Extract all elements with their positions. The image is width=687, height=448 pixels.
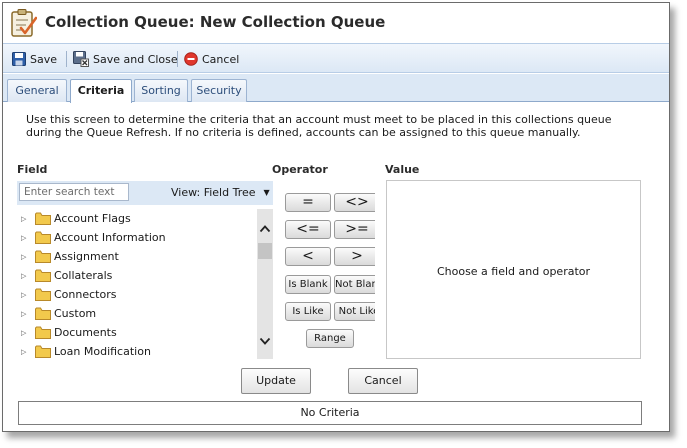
operator-is-blank-button[interactable]: Is Blank bbox=[285, 275, 331, 294]
operator-not-equal-button[interactable]: <> bbox=[334, 193, 380, 212]
value-panel[interactable]: Choose a field and operator bbox=[386, 180, 641, 359]
tab-strip: General Criteria Sorting Security bbox=[3, 74, 669, 103]
tree-item-label: Custom bbox=[54, 307, 97, 320]
expand-arrow-icon[interactable]: ▷ bbox=[21, 348, 31, 356]
field-tree-scrollbar[interactable] bbox=[257, 209, 273, 359]
title-bar: Collection Queue: New Collection Queue bbox=[3, 3, 669, 42]
folder-icon bbox=[35, 288, 51, 301]
tree-item-documents[interactable]: ▷ Documents bbox=[17, 323, 253, 342]
expand-arrow-icon[interactable]: ▷ bbox=[21, 291, 31, 299]
tree-item-label: Account Information bbox=[54, 231, 166, 244]
expand-arrow-icon[interactable]: ▷ bbox=[21, 310, 31, 318]
folder-icon bbox=[35, 250, 51, 263]
criteria-description: Use this screen to determine the criteri… bbox=[26, 113, 612, 139]
folder-icon bbox=[35, 307, 51, 320]
view-selector[interactable]: View: Field Tree ▼ bbox=[171, 186, 270, 199]
operator-panel-edge bbox=[375, 187, 385, 327]
toolbar: Save Save and Close Cancel bbox=[3, 43, 669, 73]
toolbar-separator bbox=[177, 51, 178, 67]
save-and-close-button[interactable]: Save and Close bbox=[73, 50, 178, 68]
tree-item-label: Connectors bbox=[54, 288, 117, 301]
tree-item-label: Collaterals bbox=[54, 269, 113, 282]
update-button[interactable]: Update bbox=[241, 368, 311, 394]
folder-icon bbox=[35, 345, 51, 358]
folder-icon bbox=[35, 269, 51, 282]
field-tree: ▷ Account Flags ▷ Account Information ▷ … bbox=[17, 209, 257, 359]
folder-icon bbox=[35, 326, 51, 339]
cancel-circle-icon bbox=[184, 52, 198, 66]
value-heading: Value bbox=[385, 163, 420, 176]
tab-security[interactable]: Security bbox=[191, 79, 247, 102]
operator-greater-equal-button[interactable]: >= bbox=[334, 220, 380, 239]
clipboard-checklist-icon bbox=[11, 9, 37, 37]
save-and-close-label: Save and Close bbox=[93, 52, 178, 66]
field-panel: View: Field Tree ▼ ▷ Account Flags ▷ Acc… bbox=[17, 181, 273, 359]
tree-item-label: Assignment bbox=[54, 250, 119, 263]
scroll-up-icon[interactable] bbox=[259, 223, 271, 235]
operator-less-than-button[interactable]: < bbox=[285, 247, 331, 266]
scrollbar-thumb[interactable] bbox=[258, 243, 272, 259]
save-label: Save bbox=[30, 52, 58, 66]
tab-criteria[interactable]: Criteria bbox=[70, 79, 132, 103]
tree-item-loan-modification[interactable]: ▷ Loan Modification bbox=[17, 342, 253, 361]
field-search-input[interactable] bbox=[19, 183, 129, 201]
tree-item-label: Documents bbox=[54, 326, 117, 339]
expand-arrow-icon[interactable]: ▷ bbox=[21, 215, 31, 223]
tab-sorting[interactable]: Sorting bbox=[134, 79, 188, 102]
floppy-disk-icon bbox=[12, 52, 26, 66]
tree-item-account-information[interactable]: ▷ Account Information bbox=[17, 228, 253, 247]
operator-range-button[interactable]: Range bbox=[306, 329, 354, 348]
dropdown-arrow-icon: ▼ bbox=[263, 188, 270, 197]
expand-arrow-icon[interactable]: ▷ bbox=[21, 329, 31, 337]
cancel-toolbar-label: Cancel bbox=[202, 52, 240, 66]
save-close-icon bbox=[73, 51, 89, 67]
view-selector-label: View: Field Tree bbox=[171, 186, 256, 199]
tree-item-connectors[interactable]: ▷ Connectors bbox=[17, 285, 253, 304]
folder-icon bbox=[35, 212, 51, 225]
folder-icon bbox=[35, 231, 51, 244]
field-panel-header: View: Field Tree ▼ bbox=[17, 181, 273, 205]
tree-item-collaterals[interactable]: ▷ Collaterals bbox=[17, 266, 253, 285]
tree-item-assignment[interactable]: ▷ Assignment bbox=[17, 247, 253, 266]
operator-is-like-button[interactable]: Is Like bbox=[285, 302, 331, 321]
operator-heading: Operator bbox=[272, 163, 328, 176]
tab-general[interactable]: General bbox=[7, 79, 67, 102]
operator-equals-button[interactable]: = bbox=[285, 193, 331, 212]
field-heading: Field bbox=[17, 163, 48, 176]
window-title: Collection Queue: New Collection Queue bbox=[45, 13, 386, 31]
tree-item-label: Account Flags bbox=[54, 212, 131, 225]
operator-less-equal-button[interactable]: <= bbox=[285, 220, 331, 239]
save-button[interactable]: Save bbox=[12, 50, 57, 68]
expand-arrow-icon[interactable]: ▷ bbox=[21, 253, 31, 261]
criteria-summary: No Criteria bbox=[18, 401, 642, 425]
cancel-button[interactable]: Cancel bbox=[348, 368, 418, 394]
operator-greater-than-button[interactable]: > bbox=[334, 247, 380, 266]
toolbar-separator bbox=[66, 51, 67, 67]
expand-arrow-icon[interactable]: ▷ bbox=[21, 234, 31, 242]
tree-item-custom[interactable]: ▷ Custom bbox=[17, 304, 253, 323]
expand-arrow-icon[interactable]: ▷ bbox=[21, 272, 31, 280]
criteria-tab-content: Use this screen to determine the criteri… bbox=[3, 103, 669, 431]
tree-item-label: Loan Modification bbox=[54, 345, 151, 358]
value-placeholder-message: Choose a field and operator bbox=[436, 265, 591, 278]
scroll-down-icon[interactable] bbox=[259, 335, 271, 347]
collection-queue-window: Collection Queue: New Collection Queue S… bbox=[2, 2, 670, 432]
cancel-toolbar-button[interactable]: Cancel bbox=[184, 50, 239, 68]
tree-item-account-flags[interactable]: ▷ Account Flags bbox=[17, 209, 253, 228]
